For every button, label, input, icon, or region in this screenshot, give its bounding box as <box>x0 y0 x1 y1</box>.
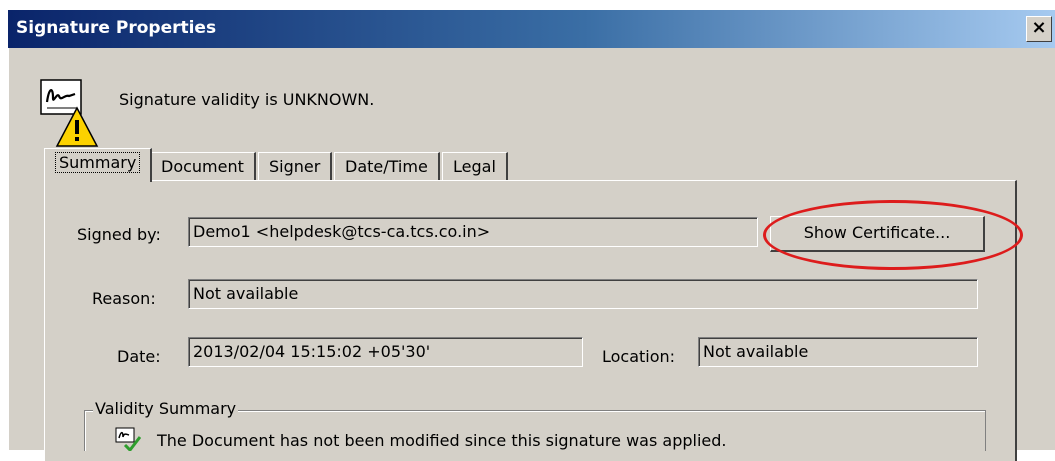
signed-by-label: Signed by: <box>77 225 161 244</box>
tab-legal[interactable]: Legal <box>442 152 508 182</box>
signed-by-field[interactable]: Demo1 <helpdesk@tcs-ca.tcs.co.in> <box>188 217 758 247</box>
date-field[interactable]: 2013/02/04 15:15:02 +05'30' <box>188 337 583 367</box>
date-label: Date: <box>117 347 161 366</box>
tab-summary[interactable]: Summary <box>44 148 153 182</box>
close-button[interactable]: × <box>1026 16 1052 42</box>
tab-summary-label: Summary <box>55 152 141 173</box>
validity-item-text: The Document has not been modified since… <box>157 431 727 450</box>
reason-field[interactable]: Not available <box>188 279 978 309</box>
show-certificate-button[interactable]: Show Certificate... <box>770 216 985 252</box>
signed-document-check-icon <box>115 427 141 451</box>
validity-summary-group: Validity Summary The Document has not be… <box>84 399 986 451</box>
location-field[interactable]: Not available <box>698 337 978 367</box>
location-label: Location: <box>602 347 676 366</box>
title-bar: Signature Properties × <box>8 10 1055 48</box>
signature-warning-icon <box>40 79 99 147</box>
window-title: Signature Properties <box>16 18 217 38</box>
reason-label: Reason: <box>92 289 156 308</box>
dialog-body: Signature validity is UNKNOWN. Summary D… <box>8 48 1055 461</box>
signature-status-text: Signature validity is UNKNOWN. <box>119 90 375 109</box>
tab-signer[interactable]: Signer <box>258 152 333 182</box>
tab-date-time[interactable]: Date/Time <box>334 152 440 182</box>
tab-document[interactable]: Document <box>150 152 256 182</box>
validity-summary-legend: Validity Summary <box>93 399 239 418</box>
